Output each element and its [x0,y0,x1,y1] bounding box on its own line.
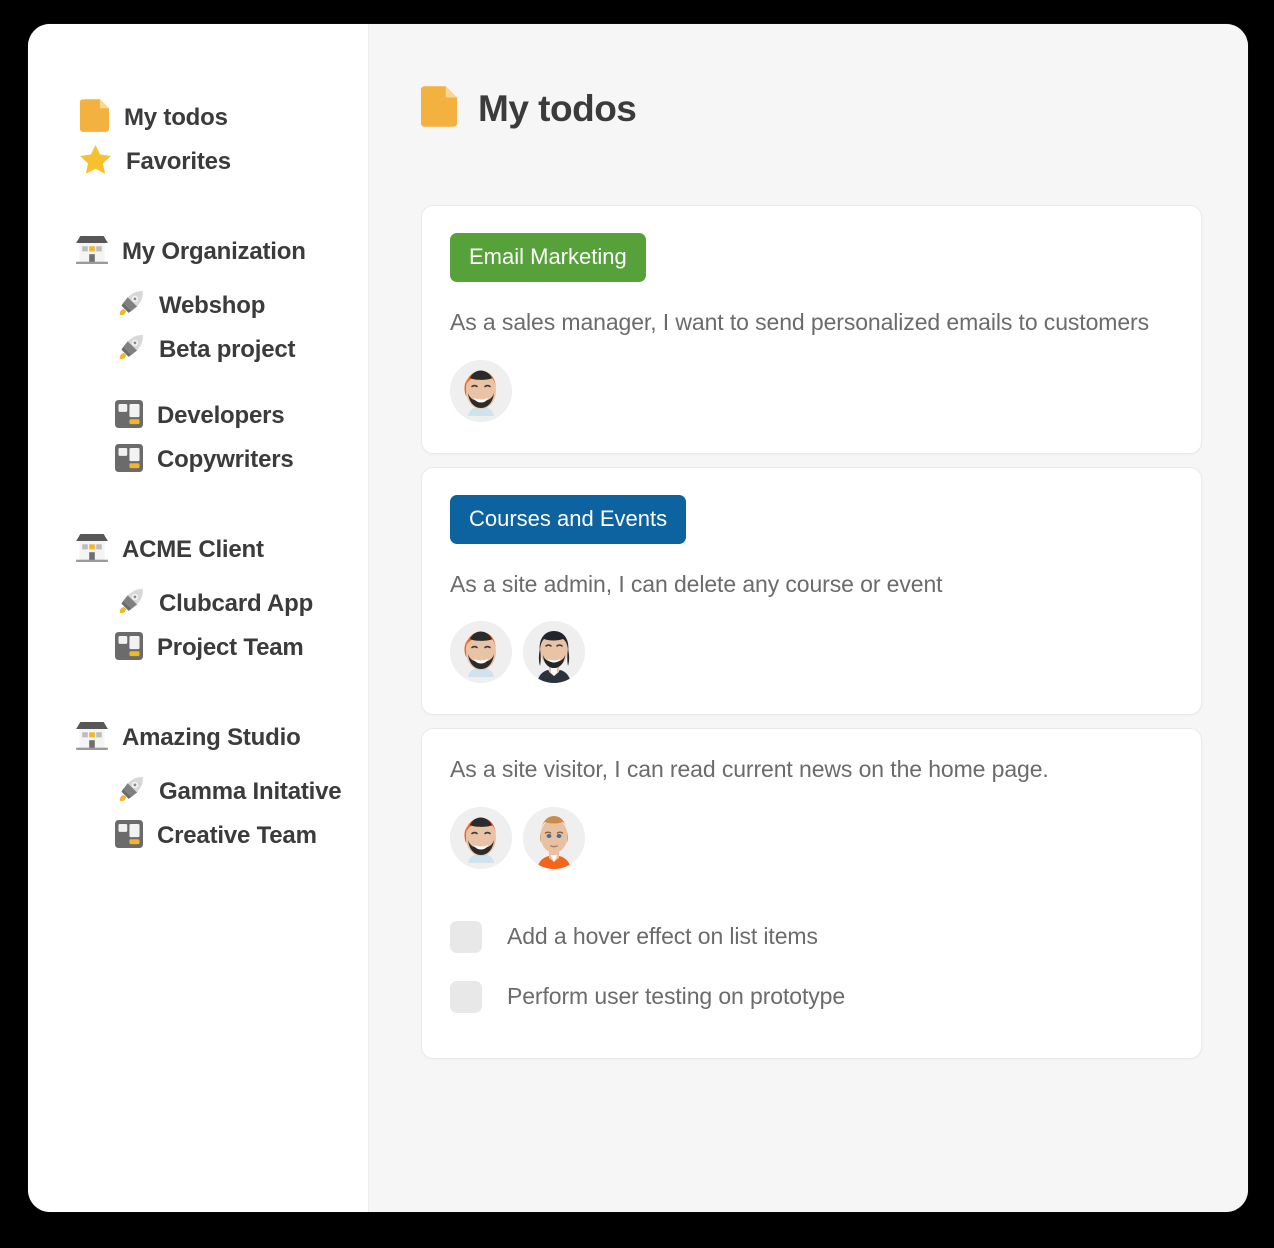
todo-card: Email Marketing As a sales manager, I wa… [421,205,1202,454]
organization-icon [76,534,108,567]
project-badge-email-marketing[interactable]: Email Marketing [450,233,646,282]
sidebar-team-copywriters[interactable]: Copywriters [28,438,368,482]
sidebar-project-label: Webshop [159,292,266,319]
user-story-text: As a site visitor, I can read current ne… [450,756,1049,783]
team-icon [115,400,143,433]
todo-checkbox[interactable] [450,980,482,1013]
todo-item-label: Add a hover effect on list items [507,923,818,950]
sidebar-team-developers[interactable]: Developers [28,394,368,438]
sidebar-org-my-organization[interactable]: My Organization [28,230,368,274]
sidebar-project-label: Beta project [159,336,296,363]
sidebar-org-group: ACME Client Clubcard App Project Team [28,528,368,670]
sidebar-item-my-todos[interactable]: My todos [28,96,368,140]
todo-items: Add a hover effect on list items Perform… [450,907,1171,1027]
document-icon [421,86,457,132]
sidebar-team-project-team[interactable]: Project Team [28,626,368,670]
avatar-group [450,806,1171,869]
sidebar-org-label: ACME Client [122,536,264,563]
sidebar-project-clubcard-app[interactable]: Clubcard App [28,582,368,626]
user-story-text: As a site admin, I can delete any course… [450,570,943,597]
avatar[interactable] [450,359,512,422]
avatar[interactable] [523,621,585,684]
team-icon [115,632,143,665]
sidebar-team-label: Creative Team [157,822,317,849]
sidebar-project-beta-project[interactable]: Beta project [28,328,368,372]
sidebar-team-label: Developers [157,402,285,429]
sidebar-org-group: Amazing Studio Gamma Initative Creative … [28,716,368,858]
sidebar-project-gamma-initative[interactable]: Gamma Initative [28,770,368,814]
avatar-group [450,359,1171,422]
sidebar-item-label: My todos [124,104,228,131]
team-icon [115,444,143,477]
sidebar-org-label: Amazing Studio [122,724,301,751]
sidebar-project-webshop[interactable]: Webshop [28,284,368,328]
page-header: My todos [421,86,1202,132]
project-badge-courses-and-events[interactable]: Courses and Events [450,494,687,544]
sidebar-item-favorites[interactable]: Favorites [28,140,368,184]
sidebar-item-label: Favorites [126,148,231,175]
todo-card-list: Email Marketing As a sales manager, I wa… [421,205,1202,1059]
avatar-group [450,621,1171,684]
sidebar-team-label: Copywriters [157,446,294,473]
document-icon [80,99,109,137]
sidebar-project-label: Clubcard App [159,590,314,617]
rocket-icon [115,775,145,810]
sidebar-team-creative-team[interactable]: Creative Team [28,814,368,858]
team-icon [115,820,143,853]
rocket-icon [115,587,145,622]
avatar[interactable] [450,621,512,684]
todo-item[interactable]: Add a hover effect on list items [450,907,1171,967]
user-story-text: As a sales manager, I want to send perso… [450,309,1149,335]
page-title: My todos [478,88,637,129]
sidebar-org-group: My Organization Webshop Beta project Dev… [28,230,368,482]
main-content: My todos Email Marketing As a sales mana… [369,24,1248,1212]
todo-card: Courses and Events As a site admin, I ca… [421,466,1202,716]
sidebar-org-label: My Organization [122,238,306,265]
organization-icon [76,236,108,269]
sidebar-org-amazing-studio[interactable]: Amazing Studio [28,716,368,760]
avatar[interactable] [450,806,512,869]
rocket-icon [115,333,145,368]
sidebar-project-label: Gamma Initative [159,778,342,805]
rocket-icon [115,289,145,324]
todo-checkbox[interactable] [450,920,482,953]
sidebar-org-acme-client[interactable]: ACME Client [28,528,368,572]
sidebar-team-label: Project Team [157,634,304,661]
sidebar: My todos Favorites My Organization Websh… [28,24,369,1212]
organization-icon [76,722,108,755]
star-icon [80,145,111,179]
todo-card: As a site visitor, I can read current ne… [421,728,1202,1059]
app-window: My todos Favorites My Organization Websh… [28,24,1248,1212]
avatar[interactable] [523,806,585,869]
todo-item-label: Perform user testing on prototype [507,983,846,1010]
todo-item[interactable]: Perform user testing on prototype [450,967,1171,1027]
